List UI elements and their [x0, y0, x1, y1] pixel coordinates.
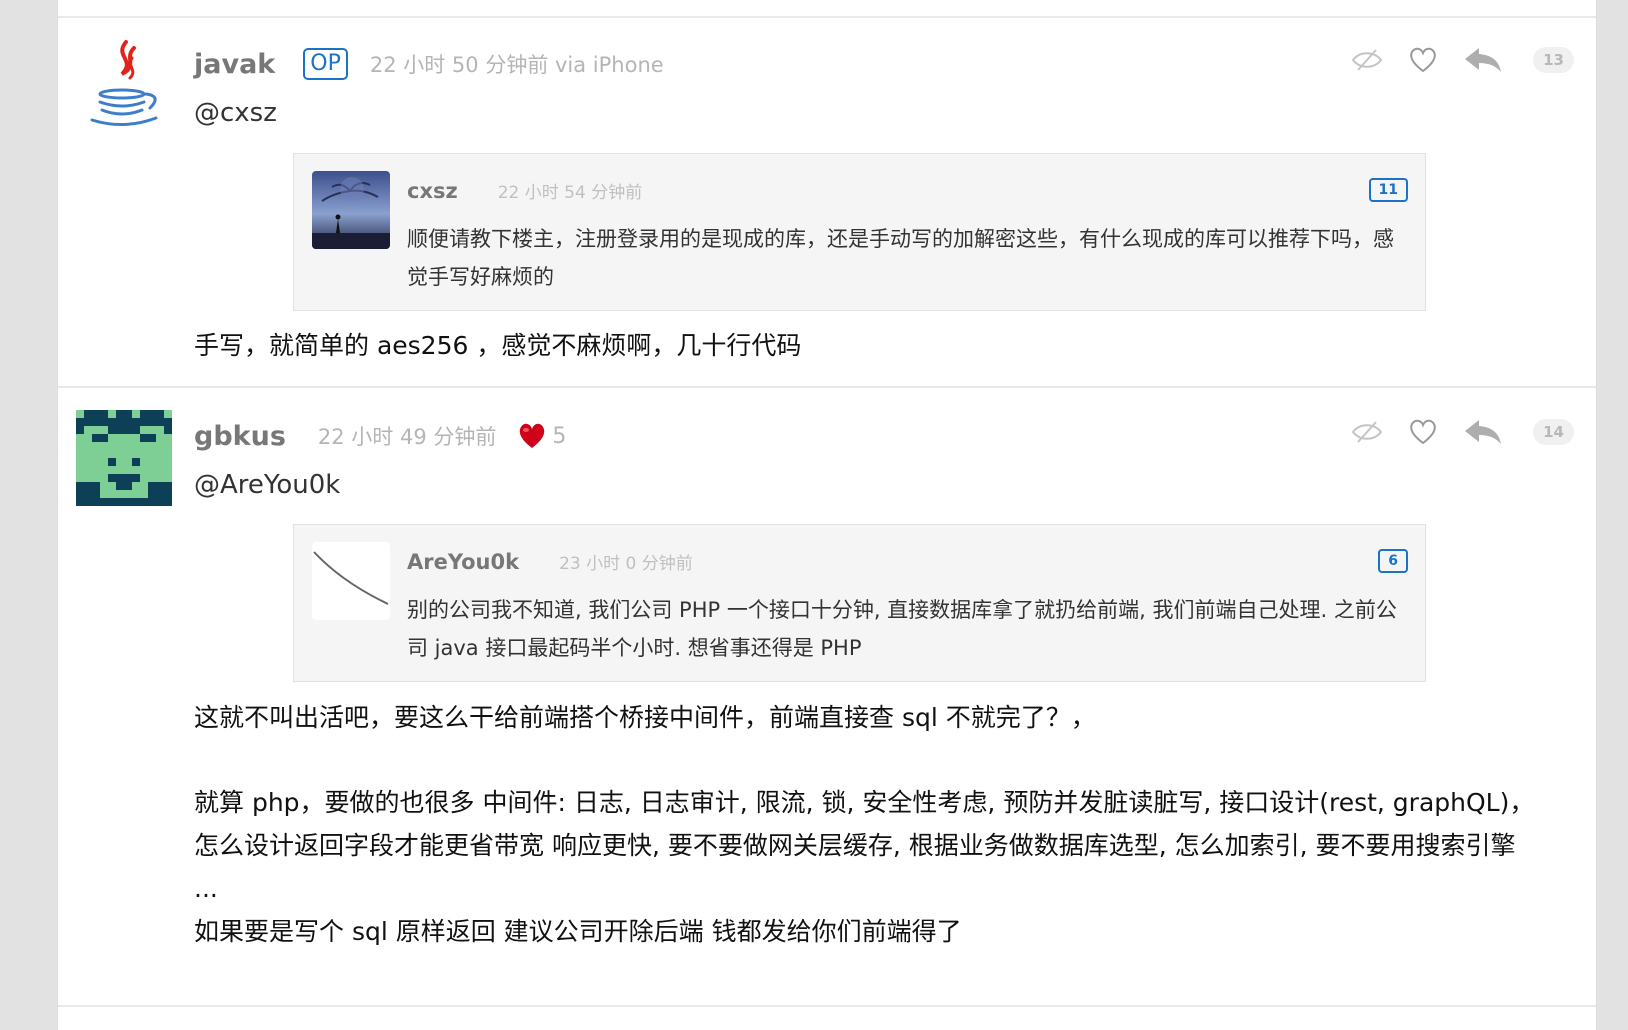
floor-number: 14 [1533, 419, 1574, 445]
reply-arrow-icon[interactable] [1463, 46, 1503, 74]
likes-number: 5 [552, 423, 567, 449]
reply-divider [58, 1005, 1596, 1007]
reply-actions: 14 [1325, 418, 1574, 446]
quoted-header: AreYou0k 23 小时 0 分钟前 [407, 549, 693, 575]
eye-slash-icon[interactable] [1351, 420, 1383, 444]
quoted-username[interactable]: cxsz [407, 179, 458, 203]
floor-number: 13 [1533, 47, 1574, 73]
heart-outline-icon[interactable] [1409, 47, 1437, 73]
reply-arrow-icon[interactable] [1463, 418, 1503, 446]
avatar[interactable] [86, 38, 182, 134]
reply-header: gbkus 22 小时 49 分钟前 5 [194, 416, 566, 456]
mention-link[interactable]: @cxsz [194, 98, 277, 128]
reply-paragraph: 这就不叫出活吧，要这么干给前端搭个桥接中间件，前端直接查 sql 不就完了？， [194, 703, 1096, 732]
quoted-time: 23 小时 0 分钟前 [559, 554, 693, 574]
topic-replies-panel: javak OP 22 小时 50 分钟前 via iPhone 13 @cxs… [57, 0, 1597, 1030]
likes-count: 5 [518, 423, 566, 449]
quoted-floor-badge[interactable]: 6 [1378, 549, 1408, 573]
java-cup-icon [90, 40, 158, 127]
quoted-text: 顺便请教下楼主，注册登录用的是现成的库，还是手动写的加解密这些，有什么现成的库可… [407, 227, 1394, 289]
reply-divider [58, 16, 1596, 18]
mention-text[interactable]: @AreYou0k [194, 470, 340, 500]
heart-outline-icon[interactable] [1409, 419, 1437, 445]
quoted-time: 22 小时 54 分钟前 [497, 183, 643, 203]
quoted-avatar[interactable] [312, 171, 390, 249]
reply-paragraph: 手写，就简单的 aes256 ，感觉不麻烦啊，几十行代码 [194, 331, 802, 360]
reply-time: 22 小时 50 分钟前 via iPhone [369, 53, 664, 77]
reply-divider [58, 386, 1596, 388]
username-link[interactable]: javak [194, 49, 275, 80]
reply-item: gbkus 22 小时 49 分钟前 5 14 @AreYou0k AreYou… [58, 410, 1596, 1006]
reply-time: 22 小时 49 分钟前 [317, 425, 497, 449]
mention-text[interactable]: @cxsz [194, 98, 277, 128]
quoted-text: 别的公司我不知道, 我们公司 PHP 一个接口十分钟, 直接数据库拿了就扔给前端… [407, 598, 1397, 660]
reply-header: javak OP 22 小时 50 分钟前 via iPhone [194, 44, 664, 84]
reply-actions: 13 [1325, 46, 1574, 74]
mention-link[interactable]: @AreYou0k [194, 470, 340, 500]
reply-paragraph: 如果要是写个 sql 原样返回 建议公司开除后端 钱都发给你们前端得了 [194, 917, 962, 946]
quoted-header: cxsz 22 小时 54 分钟前 [407, 178, 643, 204]
reply-paragraph: 就算 php，要做的也很多 中间件: 日志, 日志审计, 限流, 锁, 安全性考… [194, 788, 1535, 903]
reply-content: 手写，就简单的 aes256 ，感觉不麻烦啊，几十行代码 [194, 324, 1539, 367]
quoted-floor-badge[interactable]: 11 [1368, 178, 1408, 202]
quoted-avatar[interactable] [312, 542, 390, 620]
reply-content: 这就不叫出活吧，要这么干给前端搭个桥接中间件，前端直接查 sql 不就完了？， … [194, 696, 1539, 953]
quoted-username[interactable]: AreYou0k [407, 550, 519, 574]
pixel-face-icon [76, 410, 172, 506]
avatar[interactable] [76, 410, 172, 506]
eye-slash-icon[interactable] [1351, 48, 1383, 72]
quoted-reply: cxsz 22 小时 54 分钟前 11 顺便请教下楼主，注册登录用的是现成的库… [293, 153, 1426, 311]
op-badge: OP [303, 48, 348, 80]
red-heart-icon [520, 423, 545, 448]
quoted-reply: AreYou0k 23 小时 0 分钟前 6 别的公司我不知道, 我们公司 PH… [293, 524, 1426, 682]
username-link[interactable]: gbkus [194, 421, 286, 452]
reply-item: javak OP 22 小时 50 分钟前 via iPhone 13 @cxs… [58, 40, 1596, 384]
